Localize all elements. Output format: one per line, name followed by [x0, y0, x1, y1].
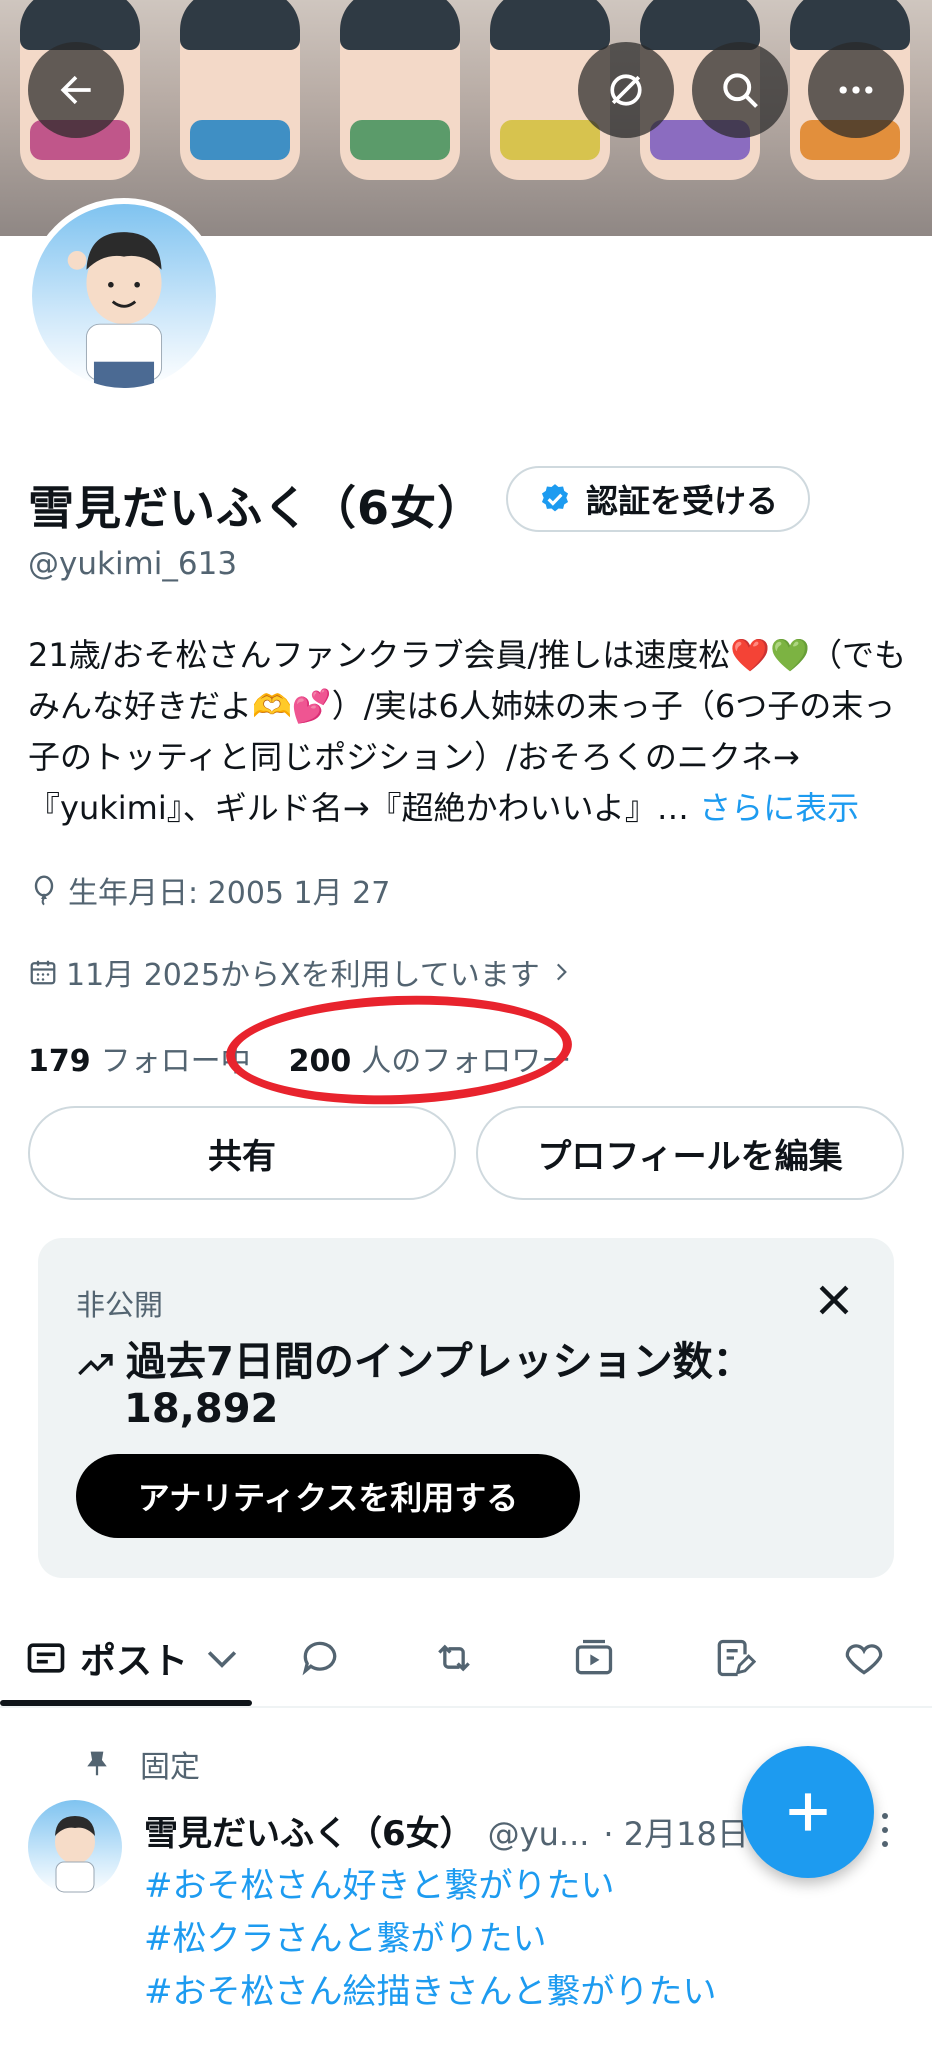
compose-fab-button[interactable]	[742, 1746, 874, 1878]
tab-media[interactable]	[564, 1610, 624, 1706]
birthday-text: 生年月日: 2005 1月 27	[68, 876, 391, 911]
slash-circle-icon	[610, 74, 642, 106]
more-horizontal-icon	[839, 86, 873, 94]
followers-annotation-circle	[224, 989, 574, 1111]
close-icon[interactable]	[812, 1278, 856, 1322]
private-label: 非公開	[76, 1288, 164, 1322]
hashtag-link[interactable]: #おそ松さん好きと繋がりたい	[144, 1860, 717, 1913]
trending-up-icon	[78, 1354, 113, 1376]
joined-row[interactable]: 11月 2025からXを利用しています	[28, 950, 574, 994]
post-author-avatar[interactable]	[28, 1800, 122, 1894]
post-author-handle[interactable]: @yu...	[488, 1815, 590, 1853]
profile-avatar[interactable]	[26, 198, 222, 394]
pin-icon	[87, 1751, 107, 1776]
video-icon	[575, 1639, 613, 1675]
post-date[interactable]: · 2月18日	[603, 1809, 748, 1855]
analytics-card: 非公開 過去7日間のインプレッション数： 18,892 アナリティクスを利用する	[38, 1238, 894, 1578]
impressions-label: 過去7日間のインプレッション数：	[126, 1339, 753, 1385]
tab-posts[interactable]: ポスト	[24, 1610, 244, 1706]
get-verified-button[interactable]: 認証を受ける	[506, 466, 810, 532]
edit-profile-button[interactable]: プロフィールを編集	[476, 1106, 904, 1200]
share-label: 共有	[208, 1136, 276, 1177]
banner-figure	[180, 0, 300, 180]
pinned-label: 固定	[140, 1750, 200, 1785]
following-link[interactable]: 179 フォロー中	[28, 1036, 251, 1080]
plus-icon	[789, 1793, 827, 1831]
analytics-label: アナリティクスを利用する	[137, 1479, 519, 1517]
more-button[interactable]	[808, 42, 904, 138]
impressions-value: 18,892	[124, 1386, 279, 1432]
chevron-right-icon	[556, 963, 567, 981]
edit-profile-label: プロフィールを編集	[537, 1136, 843, 1177]
chevron-down-icon	[207, 1651, 237, 1668]
tab-articles[interactable]	[704, 1610, 764, 1706]
profile-bio: 21歳/おそ松さんファンクラブ会員/推しは速度松❤️💚（でもみんな好きだよ🫶💕）…	[28, 630, 908, 834]
birthday-row: 生年月日: 2005 1月 27	[28, 868, 390, 912]
pinned-indicator: 固定	[82, 1742, 200, 1786]
reply-icon	[302, 1641, 337, 1676]
balloon-icon	[34, 875, 54, 906]
post-more-icon[interactable]	[878, 1810, 892, 1850]
arrow-left-icon	[60, 75, 91, 105]
tab-replies[interactable]	[290, 1610, 350, 1706]
post-body: #おそ松さん好きと繋がりたい #松クラさんと繋がりたい #おそ松さん絵描きさんと…	[144, 1860, 717, 2019]
tab-reposts[interactable]	[424, 1610, 484, 1706]
show-more-link[interactable]: さらに表示	[699, 789, 859, 827]
profile-tabs: ポスト	[0, 1610, 932, 1708]
share-button[interactable]: 共有	[28, 1106, 456, 1200]
profile-handle: @yukimi_613	[28, 546, 238, 582]
repost-icon	[438, 1644, 470, 1672]
hashtag-link[interactable]: #おそ松さん絵描きさんと繋がりたい	[144, 1966, 717, 2019]
heart-icon	[845, 1644, 883, 1675]
post-header: 雪見だいふく（6女） @yu... · 2月18日	[144, 1806, 749, 1855]
analytics-button[interactable]: アナリティクスを利用する	[76, 1454, 580, 1538]
posts-tab-icon	[27, 1643, 65, 1673]
following-count: 179	[28, 1044, 91, 1079]
profile-name: 雪見だいふく（6女）	[28, 481, 485, 535]
post-author-name[interactable]: 雪見だいふく（6女）	[144, 1806, 474, 1855]
tab-posts-label: ポスト	[80, 1641, 189, 1682]
tab-likes[interactable]	[834, 1610, 894, 1706]
search-button[interactable]	[692, 42, 788, 138]
impressions-heading: 過去7日間のインプレッション数：	[76, 1338, 753, 1386]
calendar-icon	[30, 960, 56, 985]
banner-figure	[340, 0, 460, 180]
active-tab-indicator	[0, 1700, 252, 1706]
verified-badge-icon	[541, 484, 569, 512]
joined-text: 11月 2025からXを利用しています	[66, 958, 540, 993]
search-icon	[723, 73, 758, 108]
article-edit-icon	[717, 1639, 756, 1677]
back-button[interactable]	[28, 42, 124, 138]
hashtag-link[interactable]: #松クラさんと繋がりたい	[144, 1913, 717, 1966]
get-verified-label: 認証を受ける	[585, 482, 778, 520]
grok-button[interactable]	[578, 42, 674, 138]
